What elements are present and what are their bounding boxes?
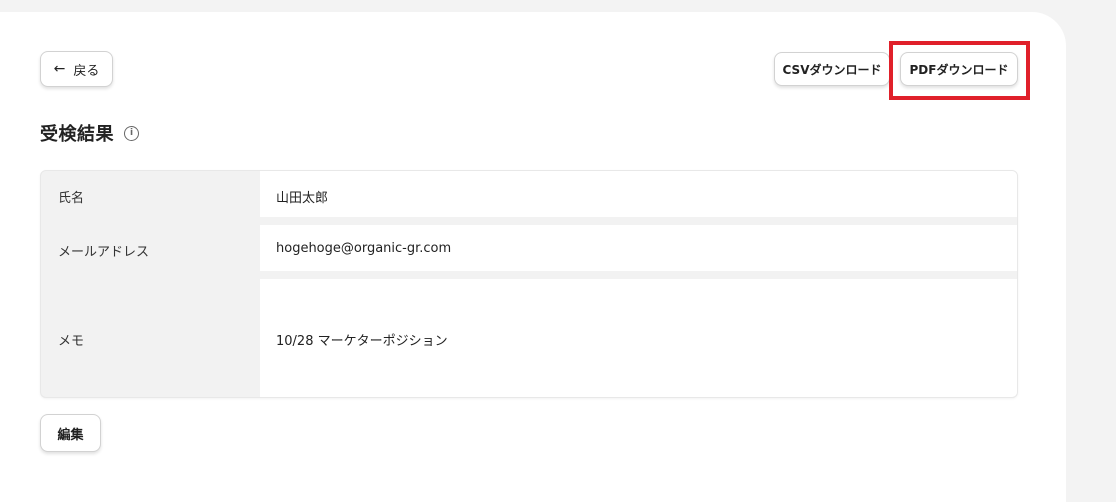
back-button-label: 戻る xyxy=(73,63,100,79)
page-title: 受検結果 xyxy=(40,124,114,145)
detail-value-cell-name: 山田太郎 xyxy=(260,171,1017,217)
csv-download-label: CSVダウンロード xyxy=(782,62,882,77)
page-title-area: 受検結果 i xyxy=(40,120,139,146)
edit-button[interactable]: 編集 xyxy=(40,414,101,452)
detail-row-memo: メモ 10/28 マーケターポジション xyxy=(41,279,1017,397)
edit-button-label: 編集 xyxy=(57,427,84,443)
result-detail-table: 氏名 山田太郎 メールアドレス hogehoge@organic-gr.com … xyxy=(40,170,1018,398)
arrow-left-icon: ← xyxy=(53,61,66,77)
detail-value-memo: 10/28 マーケターポジション xyxy=(276,334,448,349)
detail-value-name: 山田太郎 xyxy=(276,191,329,206)
detail-value-cell-email: hogehoge@organic-gr.com xyxy=(260,225,1017,271)
detail-label-memo: メモ xyxy=(58,334,85,349)
pdf-button-highlight-box xyxy=(889,41,1030,100)
info-icon[interactable]: i xyxy=(124,125,139,141)
detail-label-name: 氏名 xyxy=(58,191,85,206)
back-button[interactable]: ← 戻る xyxy=(40,51,113,87)
detail-label-email: メールアドレス xyxy=(58,245,150,260)
detail-row-name: 氏名 山田太郎 xyxy=(41,171,1017,221)
csv-download-button[interactable]: CSVダウンロード xyxy=(774,52,890,86)
detail-value-email: hogehoge@organic-gr.com xyxy=(276,241,452,256)
detail-row-email: メールアドレス hogehoge@organic-gr.com xyxy=(41,225,1017,275)
detail-value-cell-memo: 10/28 マーケターポジション xyxy=(260,279,1017,397)
